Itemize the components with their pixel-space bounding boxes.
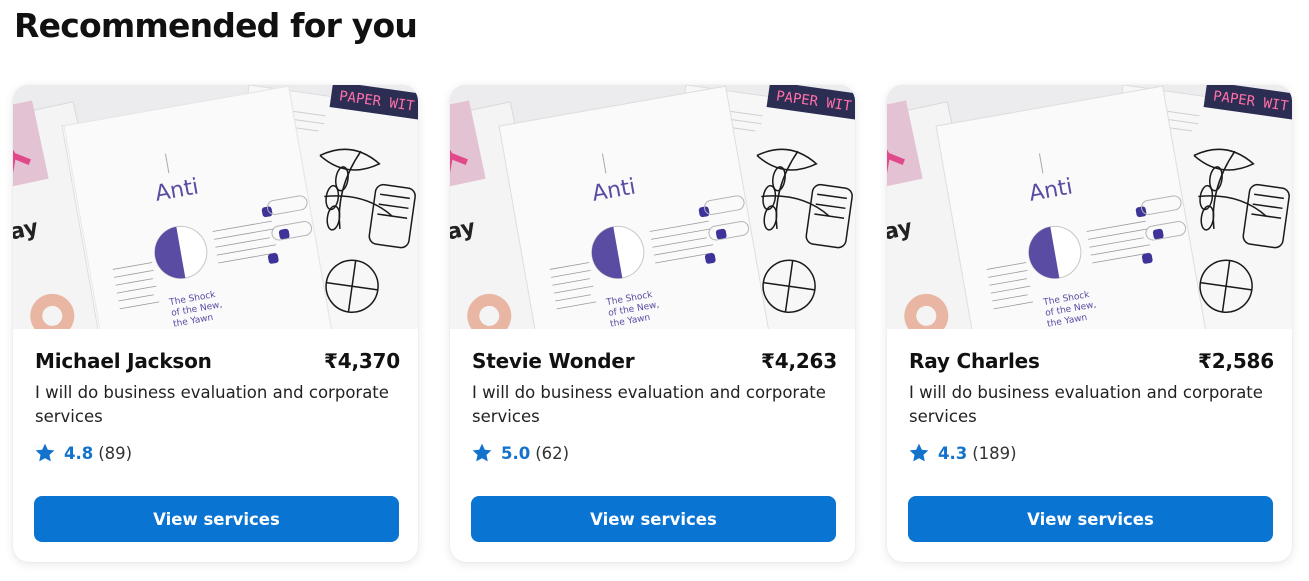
seller-name[interactable]: Michael Jackson — [35, 349, 212, 373]
section-title: Recommended for you — [14, 6, 418, 45]
seller-name[interactable]: Stevie Wonder — [472, 349, 635, 373]
rating-value: 4.3 — [938, 443, 968, 463]
rating-row: 5.0 (62) — [472, 442, 837, 464]
star-icon — [35, 443, 55, 462]
service-description: I will do business evaluation and corpor… — [909, 383, 1263, 426]
seller-name[interactable]: Ray Charles — [909, 349, 1040, 373]
service-thumbnail[interactable]: PAPER WIT ke ryday Anti The Shock of the… — [13, 85, 418, 329]
service-price: ₹2,586 — [1198, 349, 1274, 373]
service-card[interactable]: PAPER WIT ke ryday Anti The Shock of the… — [450, 85, 855, 562]
service-price: ₹4,263 — [761, 349, 837, 373]
service-description: I will do business evaluation and corpor… — [472, 383, 826, 426]
recommendation-cards: PAPER WIT ke ryday Anti The Shock of the… — [13, 85, 1292, 562]
rating-value: 4.8 — [64, 443, 94, 463]
service-description: I will do business evaluation and corpor… — [35, 383, 389, 426]
service-thumbnail[interactable]: PAPER WIT ke ryday Anti The Shock of the… — [887, 85, 1292, 329]
review-count: (62) — [535, 443, 570, 463]
review-count: (89) — [98, 443, 133, 463]
review-count: (189) — [972, 443, 1017, 463]
view-services-button[interactable]: View services — [471, 496, 836, 542]
rating-row: 4.8 (89) — [35, 442, 400, 464]
rating-row: 4.3 (189) — [909, 442, 1274, 464]
service-price: ₹4,370 — [324, 349, 400, 373]
service-card[interactable]: PAPER WIT ke ryday Anti The Shock of the… — [13, 85, 418, 562]
star-icon — [909, 443, 929, 462]
star-icon — [472, 443, 492, 462]
rating-value: 5.0 — [501, 443, 531, 463]
view-services-button[interactable]: View services — [908, 496, 1273, 542]
view-services-button[interactable]: View services — [34, 496, 399, 542]
service-thumbnail[interactable]: PAPER WIT ke ryday Anti The Shock of the… — [450, 85, 855, 329]
service-card[interactable]: PAPER WIT ke ryday Anti The Shock of the… — [887, 85, 1292, 562]
